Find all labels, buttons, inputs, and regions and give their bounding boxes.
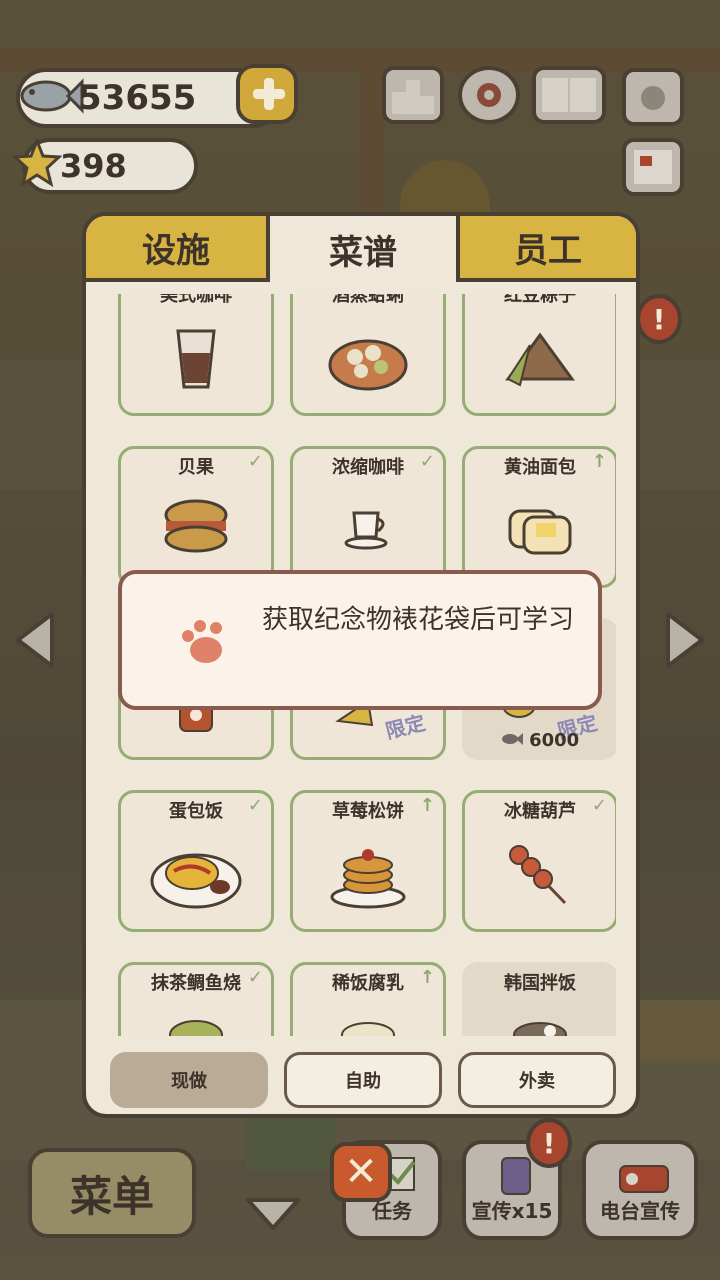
bagel-icon xyxy=(164,499,228,553)
omurice-icon xyxy=(150,853,242,909)
learned-check-icon: ✓ xyxy=(419,451,435,472)
espresso-icon xyxy=(344,511,388,550)
filter-cook-now[interactable]: 现做 xyxy=(110,1052,268,1108)
close-button[interactable]: ✕ xyxy=(330,1142,392,1202)
newspaper-button[interactable] xyxy=(622,138,684,196)
notice-message: 获取纪念物裱花袋后可学习 xyxy=(262,605,575,635)
iced-coffee-icon xyxy=(176,329,216,389)
upgrade-arrow-icon: ↑ xyxy=(419,967,435,988)
settings-button[interactable] xyxy=(458,66,520,124)
recipe-name: 红豆粽子 xyxy=(504,294,576,306)
album-button[interactable] xyxy=(532,66,606,124)
gear-icon xyxy=(477,83,501,107)
learned-check-icon: ✓ xyxy=(247,795,263,816)
recipe-card[interactable]: 草莓松饼 ↑ xyxy=(290,790,446,932)
recipe-card[interactable]: 酒蒸蛤蜊 xyxy=(290,294,446,416)
butter-bread-icon xyxy=(508,509,572,555)
recipe-card-locked[interactable]: 韩国拌饭 xyxy=(462,962,616,1036)
steamed-clams-icon xyxy=(328,339,408,391)
recipe-name: 酒蒸蛤蜊 xyxy=(332,294,404,306)
learned-check-icon: ✓ xyxy=(591,795,607,816)
fish-icon xyxy=(501,733,523,745)
recipe-card[interactable]: 美式咖啡 xyxy=(118,294,274,416)
fish-count: 53655 xyxy=(78,78,197,118)
star-currency-display: 398 xyxy=(12,138,198,194)
porridge-icon xyxy=(341,1022,395,1036)
radio-promotion-label: 电台宣传 xyxy=(600,1199,680,1223)
ranking-icon xyxy=(392,80,434,114)
add-fish-button[interactable] xyxy=(236,64,298,124)
upgrade-arrow-icon: ↑ xyxy=(591,451,607,472)
learned-check-icon: ✓ xyxy=(247,451,263,472)
tab-staff[interactable]: 员工 xyxy=(456,216,636,282)
camera-icon xyxy=(641,86,665,110)
recipe-price: 6000 xyxy=(465,730,615,751)
book-icon xyxy=(542,78,596,112)
staff-alert-badge[interactable]: ! xyxy=(636,294,682,344)
learned-check-icon: ✓ xyxy=(247,967,263,988)
tab-recipes[interactable]: 菜谱 xyxy=(270,216,456,282)
promotion-label: 宣传x15 xyxy=(471,1199,553,1223)
tanghulu-icon xyxy=(509,845,567,905)
chevron-down-icon[interactable] xyxy=(244,1196,302,1232)
recipe-name: 韩国拌饭 xyxy=(504,973,576,994)
tab-facilities[interactable]: 设施 xyxy=(86,216,270,282)
zongzi-icon xyxy=(505,332,575,387)
filter-takeout[interactable]: 外卖 xyxy=(458,1052,616,1108)
recipe-card[interactable]: 蛋包饭 ✓ xyxy=(118,790,274,932)
recipe-card[interactable]: 黄油面包 ↑ xyxy=(462,446,616,588)
price-value: 6000 xyxy=(529,730,580,751)
recipe-card[interactable]: 抹茶鲷鱼烧 ✓ xyxy=(118,962,274,1036)
recipe-card[interactable]: 红豆粽子 xyxy=(462,294,616,416)
prev-arrow-icon[interactable] xyxy=(14,610,56,670)
recipe-card[interactable]: 冰糖葫芦 ✓ xyxy=(462,790,616,932)
recipe-card[interactable]: 稀饭腐乳 ↑ xyxy=(290,962,446,1036)
upgrade-arrow-icon: ↑ xyxy=(419,795,435,816)
camera-button[interactable] xyxy=(622,68,684,126)
paw-icon xyxy=(182,620,222,663)
star-count: 398 xyxy=(60,147,127,185)
unlock-notice-popup[interactable]: 获取纪念物裱花袋后可学习 xyxy=(118,570,602,710)
recipe-card[interactable]: 浓缩咖啡 ✓ xyxy=(290,446,446,588)
promotion-alert-badge: ! xyxy=(526,1118,572,1168)
next-arrow-icon[interactable] xyxy=(664,610,706,670)
limited-badge: 限定 xyxy=(383,710,428,744)
ranking-button[interactable] xyxy=(382,66,444,124)
radio-icon xyxy=(619,1165,669,1193)
recipe-card[interactable]: 贝果 ✓ xyxy=(118,446,274,588)
radio-promotion-button[interactable]: 电台宣传 xyxy=(582,1140,698,1240)
newspaper-icon xyxy=(634,150,672,184)
bibimbap-icon xyxy=(513,1022,567,1036)
pancake-icon xyxy=(330,849,406,909)
fish-icon xyxy=(20,78,84,114)
taiyaki-icon xyxy=(169,1020,223,1036)
recipe-name: 美式咖啡 xyxy=(160,294,232,306)
filter-buffet[interactable]: 自助 xyxy=(284,1052,442,1108)
menu-button[interactable]: 菜单 xyxy=(28,1148,196,1238)
star-icon xyxy=(12,138,62,188)
